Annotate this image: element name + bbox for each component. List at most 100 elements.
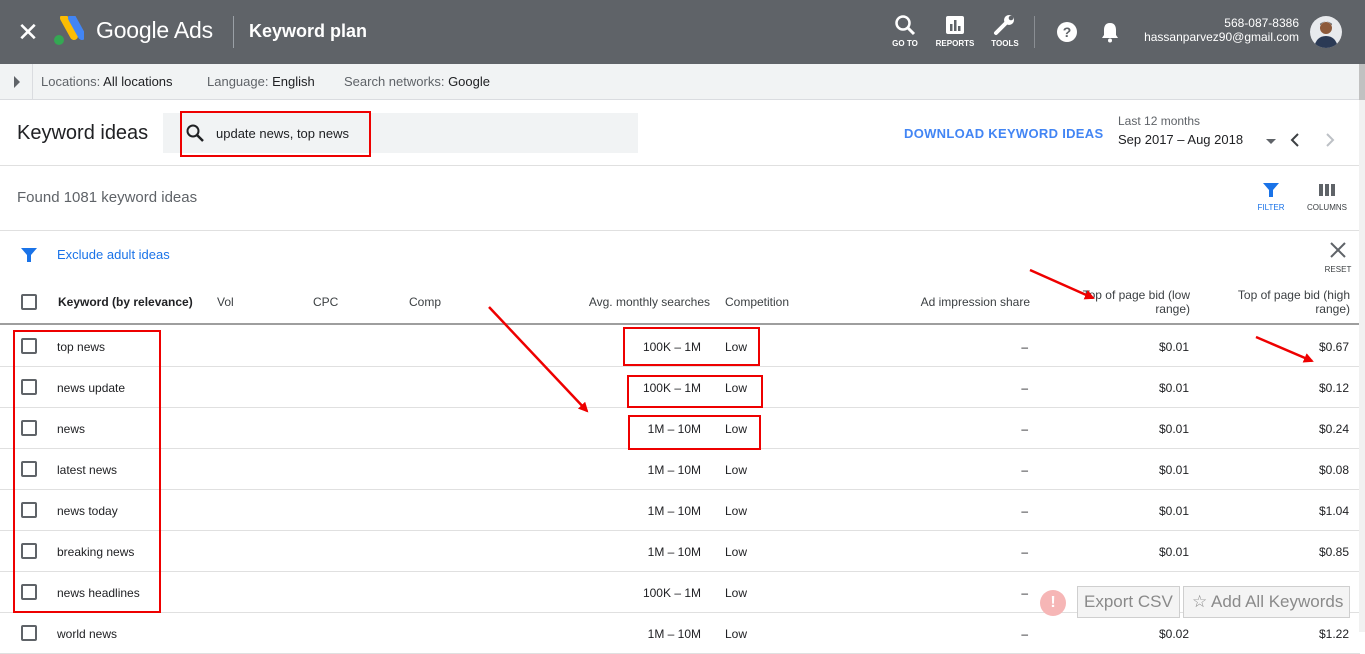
competition-cell: Low — [725, 340, 748, 354]
header-keyword[interactable]: Keyword (by relevance) — [58, 295, 193, 309]
account-id: 568-087-8386 — [1224, 16, 1299, 30]
keyword-cell: news update — [57, 381, 126, 395]
bid-high-cell: $0.85 — [1318, 545, 1349, 559]
row-checkbox[interactable] — [21, 420, 37, 436]
networks-filter[interactable]: Search networks: Google — [344, 74, 490, 89]
table-row[interactable]: news update 100K – 1M Low – $0.01 $0.12 — [0, 367, 1360, 408]
tools-label: TOOLS — [991, 39, 1019, 48]
reports-button[interactable]: REPORTS — [930, 14, 980, 48]
row-checkbox[interactable] — [21, 461, 37, 477]
keyword-cell: latest news — [57, 463, 118, 477]
header-divider — [233, 16, 234, 48]
keyword-cell: top news — [57, 340, 106, 354]
filter-icon — [1263, 183, 1279, 197]
tools-button[interactable]: TOOLS — [980, 14, 1030, 48]
reset-button[interactable]: RESET — [1320, 241, 1356, 274]
header-vol[interactable]: Vol — [217, 295, 234, 309]
wrench-icon — [994, 15, 1014, 35]
download-keyword-ideas-button[interactable]: DOWNLOAD KEYWORD IDEAS — [904, 126, 1103, 141]
competition-cell: Low — [725, 545, 748, 559]
language-value: English — [272, 74, 315, 89]
header-top-bid-low[interactable]: Top of page bid (low range) — [1060, 288, 1190, 316]
row-checkbox[interactable] — [21, 338, 37, 354]
exclude-adult-ideas-filter[interactable]: Exclude adult ideas — [57, 247, 170, 262]
reset-label: RESET — [1324, 265, 1352, 274]
scrollbar-thumb[interactable] — [1359, 64, 1365, 100]
row-checkbox[interactable] — [21, 584, 37, 600]
header-ad-impression-share[interactable]: Ad impression share — [880, 295, 1030, 309]
tools-divider — [1034, 16, 1035, 48]
keyword-ideas-header: Keyword ideas update news, top news DOWN… — [0, 101, 1365, 166]
row-checkbox[interactable] — [21, 502, 37, 518]
ad-impression-cell: – — [1021, 627, 1028, 641]
competition-cell: Low — [725, 627, 748, 641]
bid-high-cell: $0.08 — [1318, 463, 1349, 477]
table-row[interactable]: breaking news 1M – 10M Low – $0.01 $0.85 — [0, 531, 1360, 572]
header-avg-monthly-searches[interactable]: Avg. monthly searches — [560, 295, 710, 309]
language-filter[interactable]: Language: English — [207, 74, 315, 89]
keyword-search-input[interactable]: update news, top news — [163, 113, 638, 153]
locations-filter[interactable]: Locations: All locations — [41, 74, 173, 89]
svg-text:?: ? — [1063, 24, 1072, 40]
header-comp[interactable]: Comp — [409, 295, 441, 309]
avatar[interactable] — [1310, 16, 1342, 48]
account-email: hassanparvez90@gmail.com — [1144, 30, 1299, 44]
ad-impression-cell: – — [1021, 545, 1028, 559]
keyword-cell: news — [57, 422, 86, 436]
ad-impression-cell: – — [1021, 340, 1028, 354]
account-info[interactable]: 568-087-8386 hassanparvez90@gmail.com — [1144, 16, 1299, 44]
search-icon — [895, 15, 916, 36]
export-csv-button[interactable]: Export CSV — [1077, 586, 1180, 618]
competition-cell: Low — [725, 504, 748, 518]
header-competition[interactable]: Competition — [725, 295, 789, 309]
columns-button[interactable]: COLUMNS — [1302, 181, 1352, 212]
header-cpc[interactable]: CPC — [313, 295, 338, 309]
filter-icon — [21, 248, 37, 262]
locations-label: Locations: — [41, 74, 101, 89]
filter-button[interactable]: FILTER — [1246, 181, 1296, 212]
bid-low-cell: $0.01 — [1158, 381, 1189, 395]
row-checkbox[interactable] — [21, 379, 37, 395]
networks-value: Google — [448, 74, 490, 89]
add-all-keywords-button[interactable]: ☆ Add All Keywords — [1183, 586, 1351, 618]
select-all-checkbox[interactable] — [21, 294, 37, 310]
search-value: update news, top news — [216, 126, 349, 141]
table-row[interactable]: news 1M – 10M Low – $0.01 $0.24 — [0, 408, 1360, 449]
expand-filters-button[interactable] — [0, 64, 33, 100]
avg-searches-cell: 100K – 1M — [642, 340, 701, 354]
found-count: Found 1081 keyword ideas — [17, 189, 198, 206]
row-checkbox[interactable] — [21, 625, 37, 641]
table-row[interactable]: world news 1M – 10M Low – $0.02 $1.22 — [0, 613, 1360, 654]
search-icon — [186, 124, 204, 142]
date-range-selector[interactable]: Last 12 months Sep 2017 – Aug 2018 — [1118, 114, 1278, 147]
star-icon: ☆ — [1192, 592, 1208, 611]
bid-low-cell: $0.01 — [1158, 340, 1189, 354]
competition-cell: Low — [725, 381, 748, 395]
date-range-caption: Last 12 months — [1118, 114, 1201, 128]
table-row[interactable]: top news 100K – 1M Low – $0.01 $0.67 — [0, 326, 1360, 367]
bid-low-cell: $0.02 — [1158, 627, 1189, 641]
ad-impression-cell: – — [1021, 586, 1028, 600]
table-row[interactable]: latest news 1M – 10M Low – $0.01 $0.08 — [0, 449, 1360, 490]
keyword-cell: breaking news — [57, 545, 135, 559]
table-row[interactable]: news today 1M – 10M Low – $0.01 $1.04 — [0, 490, 1360, 531]
keyword-cell: news today — [57, 504, 118, 518]
bid-high-cell: $0.24 — [1318, 422, 1349, 436]
chevron-left-icon[interactable] — [1287, 131, 1303, 149]
bell-icon[interactable] — [1100, 21, 1120, 43]
warning-icon[interactable]: ! — [1040, 590, 1066, 616]
row-checkbox[interactable] — [21, 543, 37, 559]
columns-label: COLUMNS — [1306, 203, 1347, 212]
help-icon[interactable]: ? — [1056, 21, 1078, 43]
close-icon[interactable]: ✕ — [16, 18, 40, 46]
ad-impression-cell: – — [1021, 381, 1028, 395]
header-top-bid-high[interactable]: Top of page bid (high range) — [1215, 288, 1350, 316]
ad-impression-cell: – — [1021, 463, 1028, 477]
avg-searches-cell: 1M – 10M — [647, 422, 701, 436]
locations-value: All locations — [103, 74, 173, 89]
results-toolbar: Found 1081 keyword ideas FILTER COLUMNS — [0, 166, 1365, 231]
bid-high-cell: $0.67 — [1318, 340, 1349, 354]
goto-button[interactable]: GO TO — [880, 14, 930, 48]
chevron-right-icon[interactable] — [1322, 131, 1338, 149]
filter-bar: Locations: All locations Language: Engli… — [0, 64, 1365, 100]
